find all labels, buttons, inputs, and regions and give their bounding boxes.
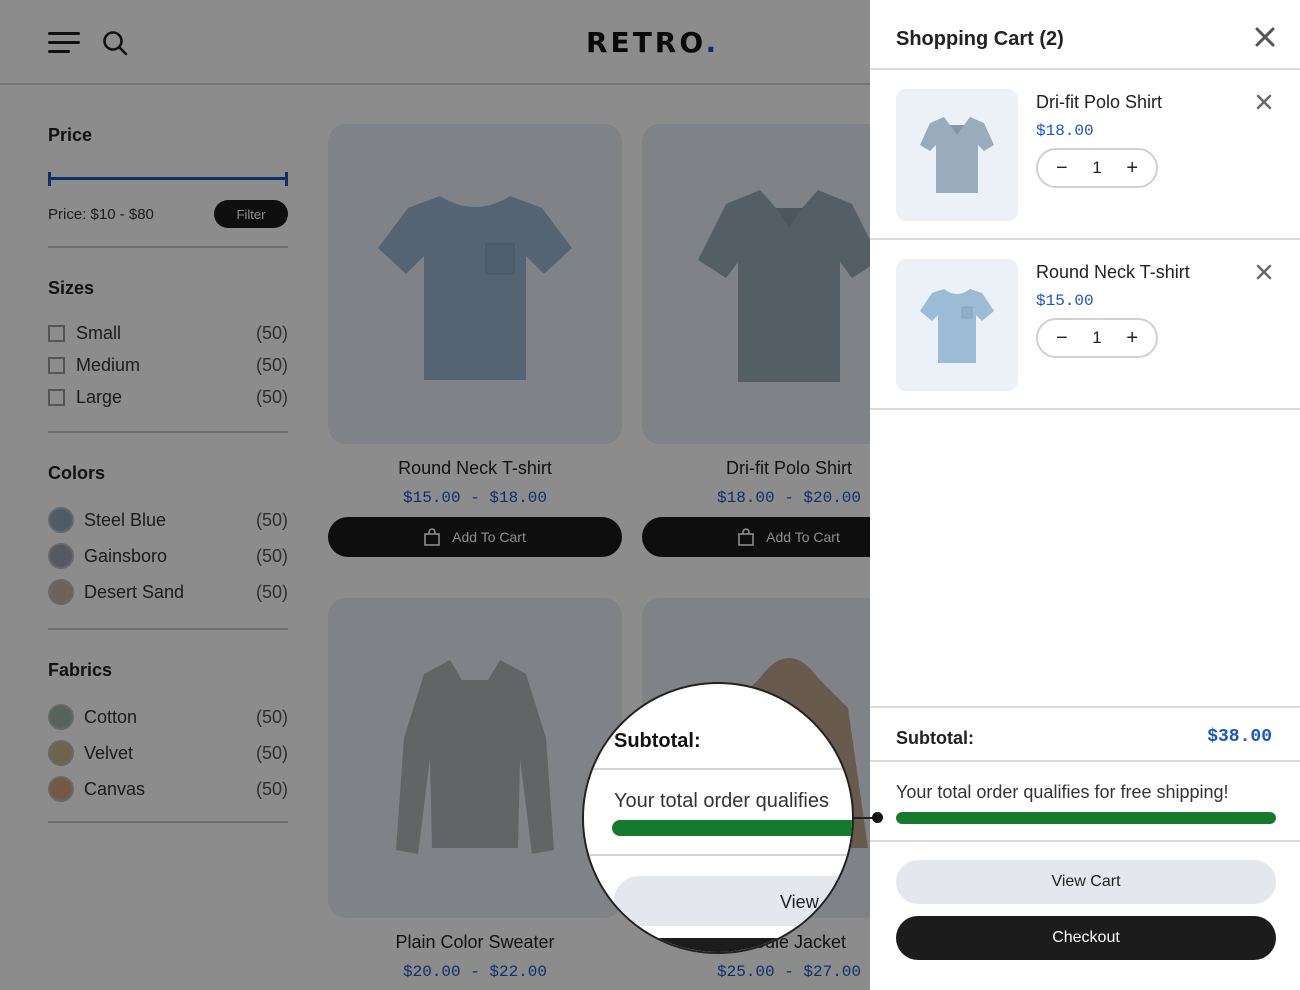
quantity-stepper: − 1 + xyxy=(1036,148,1158,188)
polo-shirt-thumbnail xyxy=(920,117,994,193)
remove-item-icon[interactable] xyxy=(1256,94,1272,110)
subtotal-label: Subtotal: xyxy=(896,728,974,748)
cart-item-image[interactable] xyxy=(896,89,1018,221)
decrease-button[interactable]: − xyxy=(1056,158,1068,178)
cart-item-image[interactable] xyxy=(896,259,1018,391)
decrease-button[interactable]: − xyxy=(1056,328,1068,348)
quantity-value[interactable]: 1 xyxy=(1092,158,1101,178)
close-icon[interactable] xyxy=(1254,26,1276,48)
magnified-checkout-button xyxy=(614,938,852,952)
quantity-stepper: − 1 + xyxy=(1036,318,1158,358)
remove-item-icon[interactable] xyxy=(1256,264,1272,280)
shipping-progress-bar xyxy=(896,812,1276,824)
shipping-progress-fill xyxy=(896,812,1276,824)
cart-header: Shopping Cart (2) xyxy=(870,0,1300,70)
cart-item-name[interactable]: Dri-fit Polo Shirt xyxy=(1036,92,1162,113)
cart-item-price: $18.00 xyxy=(1036,122,1094,140)
free-shipping-row: Your total order qualifies for free ship… xyxy=(870,762,1300,842)
magnified-view-label: View xyxy=(780,892,819,912)
free-shipping-message: Your total order qualifies for free ship… xyxy=(896,782,1229,802)
cart-item-name[interactable]: Round Neck T-shirt xyxy=(1036,262,1190,283)
magnified-shipping-text: Your total order qualifies xyxy=(614,790,829,812)
cart-title: Shopping Cart (2) xyxy=(896,28,1064,50)
checkout-button[interactable]: Checkout xyxy=(896,916,1276,960)
divider xyxy=(584,854,852,856)
cart-item: Round Neck T-shirt $15.00 − 1 + xyxy=(870,240,1300,410)
magnified-subtotal-label: Subtotal: xyxy=(614,730,701,752)
subtotal-row: Subtotal: $38.00 xyxy=(870,706,1300,762)
callout-dot xyxy=(872,812,883,823)
view-cart-button[interactable]: View Cart xyxy=(896,860,1276,904)
quantity-value[interactable]: 1 xyxy=(1092,328,1101,348)
magnified-progress-bar xyxy=(612,820,852,836)
cart-item: Dri-fit Polo Shirt $18.00 − 1 + xyxy=(870,70,1300,240)
increase-button[interactable]: + xyxy=(1126,328,1138,348)
divider xyxy=(584,768,852,770)
magnifier-callout: Subtotal: Your total order qualifies Vie… xyxy=(582,682,854,954)
tshirt-thumbnail xyxy=(920,289,994,363)
increase-button[interactable]: + xyxy=(1126,158,1138,178)
cart-item-price: $15.00 xyxy=(1036,292,1094,310)
shopping-cart-drawer: Shopping Cart (2) Dri-fit Polo Shirt $18… xyxy=(870,0,1300,990)
subtotal-value: $38.00 xyxy=(1207,727,1272,747)
